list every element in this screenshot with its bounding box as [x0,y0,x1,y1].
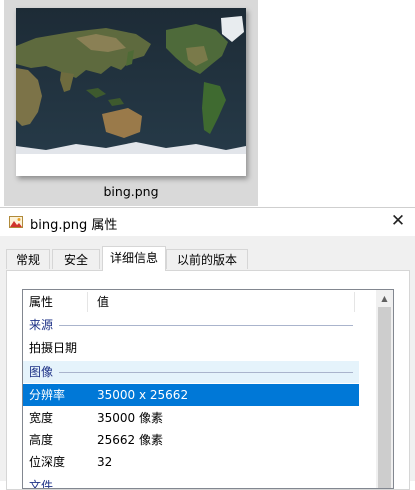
property-row-date-taken[interactable]: 拍摄日期 [23,337,359,359]
group-label: 图像 [29,365,54,379]
column-header-value[interactable]: 值 [97,290,109,314]
property-row-height[interactable]: 高度 25662 像素 [23,429,359,451]
property-value: 32 [97,455,113,469]
column-separator[interactable] [354,292,355,312]
scroll-up-button[interactable]: ▲ [376,290,393,307]
file-thumbnail[interactable] [16,8,246,176]
list-header: 属性 值 [23,290,359,314]
close-button[interactable]: ✕ [381,208,415,236]
group-header-file[interactable]: 文件 [23,475,359,489]
close-icon: ✕ [390,211,406,231]
property-row-width[interactable]: 宽度 35000 像素 [23,407,359,429]
properties-dialog: bing.png 属性 ✕ 常规 安全 详细信息 以前的版本 属性 值 来源 拍… [0,207,415,490]
image-file-icon [9,216,23,228]
tab-security[interactable]: 安全 [52,249,100,269]
tab-previous-versions[interactable]: 以前的版本 [166,249,248,269]
group-divider [59,325,353,326]
property-row-bit-depth[interactable]: 位深度 32 [23,451,359,473]
column-separator[interactable] [87,292,88,312]
property-name: 位深度 [29,455,66,469]
property-value: 35000 像素 [97,411,163,425]
tab-general[interactable]: 常规 [6,249,50,269]
group-header-source[interactable]: 来源 [23,314,359,336]
property-name: 高度 [29,433,54,447]
group-label: 来源 [29,318,54,332]
property-name: 拍摄日期 [29,341,78,355]
column-header-property[interactable]: 属性 [29,290,53,314]
property-name: 宽度 [29,411,54,425]
world-map-thumbnail-image [16,8,246,176]
dialog-title: bing.png 属性 [30,218,118,233]
tab-details[interactable]: 详细信息 [102,246,166,271]
file-name-label: bing.png [103,184,159,199]
group-label: 文件 [29,479,54,489]
explorer-view: bing.png [0,0,415,208]
property-value: 25662 像素 [97,433,163,447]
dialog-titlebar[interactable]: bing.png 属性 ✕ [0,208,415,236]
vertical-scrollbar[interactable]: ▲ [376,290,393,488]
details-panel: 属性 值 来源 拍摄日期 图像 分辨率 35000 x 25662 宽度 350… [6,270,410,490]
file-tile-selected[interactable]: bing.png [4,0,258,206]
group-divider [59,372,353,373]
scrollbar-thumb[interactable] [378,307,391,488]
chevron-up-icon: ▲ [381,294,388,303]
property-name: 分辨率 [29,388,66,402]
property-list[interactable]: 属性 值 来源 拍摄日期 图像 分辨率 35000 x 25662 宽度 350… [22,289,394,489]
property-value: 35000 x 25662 [97,388,189,402]
group-header-image[interactable]: 图像 [23,361,359,383]
property-row-resolution[interactable]: 分辨率 35000 x 25662 [23,384,359,406]
